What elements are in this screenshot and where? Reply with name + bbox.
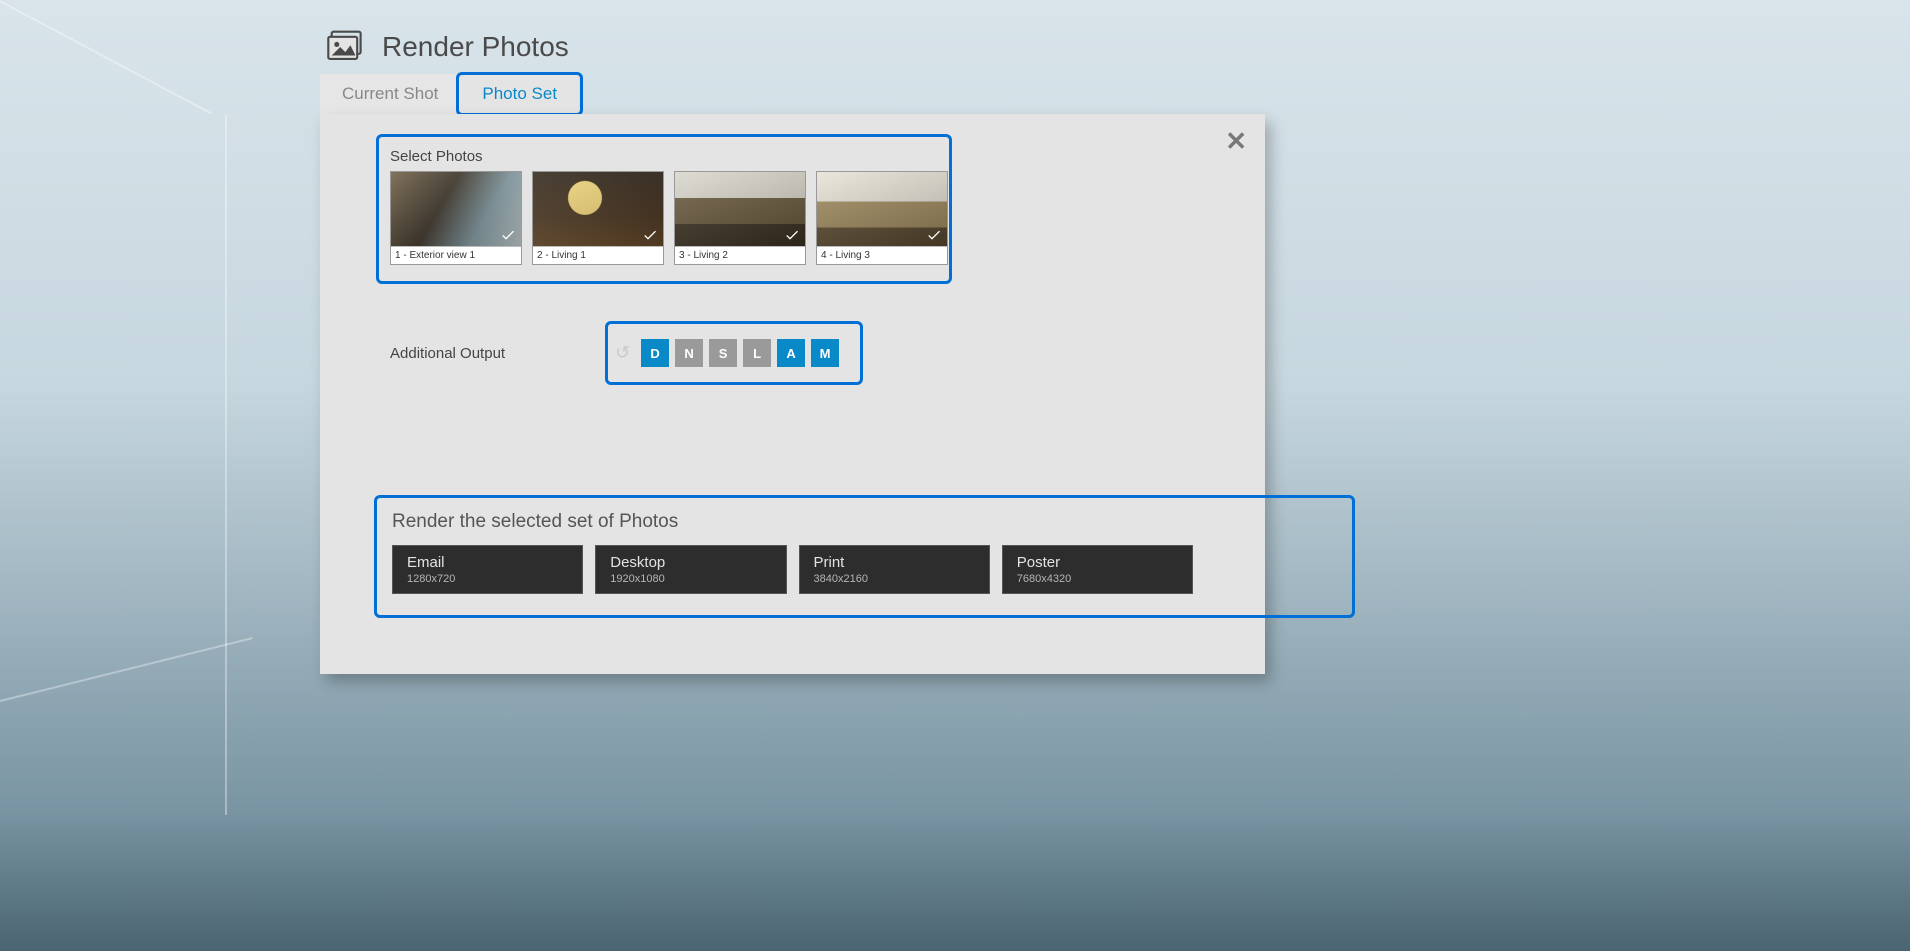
render-button-print[interactable]: Print 3840x2160	[799, 545, 990, 594]
output-chip-n[interactable]: N	[675, 339, 703, 367]
output-chip-a[interactable]: A	[777, 339, 805, 367]
render-button-resolution: 1920x1080	[610, 573, 771, 585]
select-photos-label: Select Photos	[390, 148, 1195, 165]
render-section-title: Render the selected set of Photos	[392, 511, 1193, 533]
photo-caption: 3 - Living 2	[675, 246, 805, 264]
render-button-resolution: 1280x720	[407, 573, 568, 585]
tab-photo-set-label: Photo Set	[482, 84, 557, 103]
output-chip-d[interactable]: D	[641, 339, 669, 367]
render-photos-dialog: Render Photos Current Shot Photo Set ✕ S…	[320, 30, 1265, 674]
render-button-resolution: 7680x4320	[1017, 573, 1178, 585]
render-button-label: Print	[814, 554, 975, 571]
photo-thumb[interactable]: 3 - Living 2	[674, 171, 806, 265]
dialog-title: Render Photos	[382, 31, 569, 63]
additional-output-group: ↺ D N S L A M	[609, 325, 859, 381]
render-section: Render the selected set of Photos Email …	[380, 501, 1205, 612]
photo-thumb[interactable]: 1 - Exterior view 1	[390, 171, 522, 265]
check-icon	[925, 226, 943, 244]
output-chip-l[interactable]: L	[743, 339, 771, 367]
photo-caption: 1 - Exterior view 1	[391, 246, 521, 264]
check-icon	[641, 226, 659, 244]
check-icon	[783, 226, 801, 244]
render-button-label: Email	[407, 554, 568, 571]
photo-caption: 4 - Living 3	[817, 246, 947, 264]
photo-caption: 2 - Living 1	[533, 246, 663, 264]
render-button-label: Desktop	[610, 554, 771, 571]
select-photos-section: Select Photos 1 - Exterior view 1 2 - Li…	[380, 138, 1205, 277]
additional-output-section: Additional Output ↺ D N S L A M	[380, 325, 1205, 381]
output-chip-s[interactable]: S	[709, 339, 737, 367]
close-button[interactable]: ✕	[1225, 126, 1247, 157]
output-chip-m[interactable]: M	[811, 339, 839, 367]
dialog-body: ✕ Select Photos 1 - Exterior view 1 2 - …	[320, 114, 1265, 674]
tab-photo-set[interactable]: Photo Set	[460, 74, 579, 114]
photo-thumb[interactable]: 4 - Living 3	[816, 171, 948, 265]
photos-icon	[326, 30, 368, 64]
tab-current-shot[interactable]: Current Shot	[320, 74, 460, 114]
check-icon	[499, 226, 517, 244]
additional-output-label: Additional Output	[390, 345, 505, 362]
tab-bar: Current Shot Photo Set	[320, 74, 1265, 114]
render-button-desktop[interactable]: Desktop 1920x1080	[595, 545, 786, 594]
render-button-email[interactable]: Email 1280x720	[392, 545, 583, 594]
render-button-resolution: 3840x2160	[814, 573, 975, 585]
photo-thumb[interactable]: 2 - Living 1	[532, 171, 664, 265]
render-button-label: Poster	[1017, 554, 1178, 571]
reset-icon[interactable]: ↺	[615, 343, 630, 364]
render-button-poster[interactable]: Poster 7680x4320	[1002, 545, 1193, 594]
